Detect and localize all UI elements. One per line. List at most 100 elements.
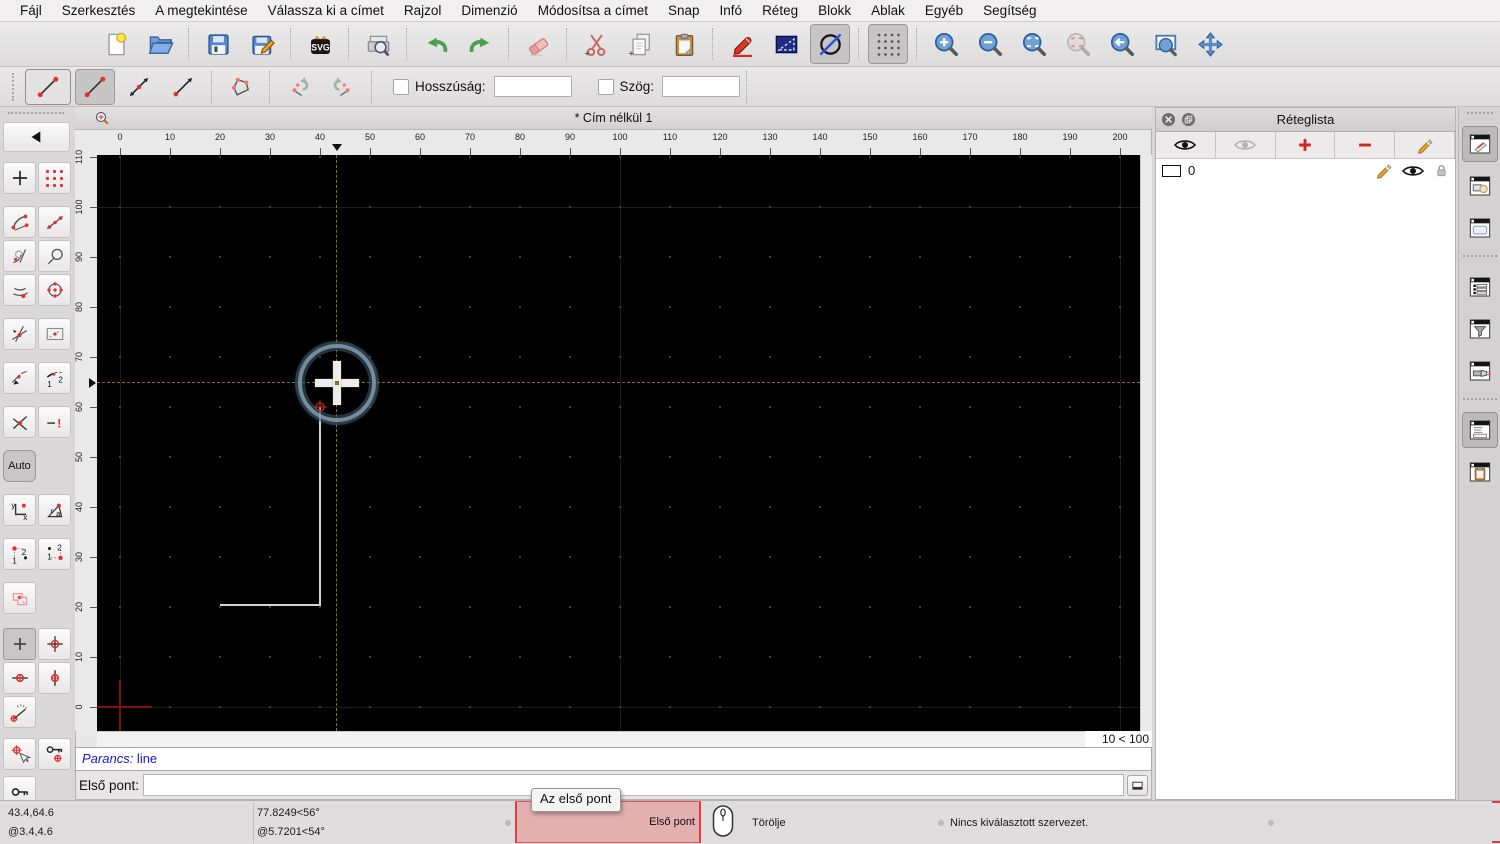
- segment-redo-button[interactable]: [323, 69, 363, 105]
- undock-icon[interactable]: [1181, 112, 1196, 127]
- snap-cross-button[interactable]: [3, 406, 36, 438]
- snap-intersection-button[interactable]: [38, 274, 71, 306]
- coord-polar-button[interactable]: ra: [38, 494, 71, 526]
- document-titlebar[interactable]: * Cím nélkül 1: [75, 107, 1152, 130]
- new-file-button[interactable]: [96, 24, 136, 64]
- snap-intersection-manual-button[interactable]: [3, 318, 36, 350]
- layer-panel-titlebar[interactable]: Réteglista: [1156, 108, 1455, 132]
- layer-color-swatch[interactable]: [1162, 165, 1181, 177]
- order-21-button[interactable]: 12: [38, 538, 71, 570]
- vertical-scrollbar[interactable]: [1140, 155, 1152, 731]
- menu-a-megtekint-se[interactable]: A megtekintése: [145, 3, 257, 18]
- line-current-action-button[interactable]: [25, 69, 71, 105]
- dock-layer-list-button[interactable]: [1462, 126, 1498, 162]
- close-icon[interactable]: [1161, 112, 1176, 127]
- edit-layer-button[interactable]: [1395, 132, 1455, 158]
- layer-row[interactable]: 0: [1156, 159, 1455, 182]
- snap-endpoint-button[interactable]: [3, 206, 36, 238]
- zoom-out-button[interactable]: [970, 24, 1010, 64]
- restrict-snap-button[interactable]: [38, 318, 71, 350]
- snap-distance-button[interactable]: [3, 274, 36, 306]
- hide-all-layers-button[interactable]: [1216, 132, 1276, 158]
- length-checkbox[interactable]: [393, 79, 409, 95]
- menu-v-lassza-ki-a-c-met[interactable]: Válassza ki a címet: [258, 3, 394, 18]
- order-12-button[interactable]: 12: [3, 538, 36, 570]
- menu-ablak[interactable]: Ablak: [861, 3, 915, 18]
- add-layer-button[interactable]: [1276, 132, 1336, 158]
- edit-attributes-button[interactable]: [766, 24, 806, 64]
- menu-rajzol[interactable]: Rajzol: [394, 3, 452, 18]
- menu-f-jl[interactable]: Fájl: [10, 3, 52, 18]
- show-all-layers-button[interactable]: [1156, 132, 1216, 158]
- snap-auto-button[interactable]: Auto: [3, 450, 36, 482]
- export-svg-button[interactable]: SVG: [300, 24, 340, 64]
- dock-command-line-button[interactable]: [1462, 412, 1498, 448]
- dock-entity-list-button[interactable]: [1462, 269, 1498, 305]
- dock-library-browser-button[interactable]: [1462, 210, 1498, 246]
- save-file-button[interactable]: [198, 24, 238, 64]
- zoom-previous-button[interactable]: [1102, 24, 1142, 64]
- restrict-nothing-button[interactable]: !: [38, 406, 71, 438]
- angle-input[interactable]: [662, 76, 740, 97]
- dock-tool-widget-button[interactable]: [1462, 353, 1498, 389]
- cut-button[interactable]: +: [576, 24, 616, 64]
- menu-egy-b[interactable]: Egyéb: [915, 3, 973, 18]
- restrict-horizontal-button[interactable]: 12: [38, 362, 71, 394]
- zoom-auto-button[interactable]: [1014, 24, 1054, 64]
- relzero-free-button[interactable]: [3, 628, 36, 660]
- drawing-canvas[interactable]: [97, 155, 1140, 731]
- menu-snap[interactable]: Snap: [658, 3, 710, 18]
- zoom-pan-button[interactable]: [1190, 24, 1230, 64]
- line-double-arrow-button[interactable]: [119, 69, 159, 105]
- zoom-selected-button[interactable]: [1058, 24, 1098, 64]
- draw-pen-button[interactable]: [722, 24, 762, 64]
- snap-grid-button[interactable]: [38, 162, 71, 194]
- line-polyline-button[interactable]: [221, 69, 261, 105]
- snap-free-button[interactable]: [3, 162, 36, 194]
- angle-checkbox[interactable]: [598, 79, 614, 95]
- line-ray-button[interactable]: [163, 69, 203, 105]
- horizontal-scrollbar[interactable]: [97, 731, 1085, 747]
- layer-lock-icon[interactable]: [1434, 163, 1449, 178]
- menu-m-dos-tsa-a-c-met[interactable]: Módosítsa a címet: [528, 3, 658, 18]
- sidebar-drag-handle[interactable]: [8, 112, 64, 117]
- edit-layer-icon[interactable]: [1375, 162, 1392, 179]
- snap-on-entity-button[interactable]: [38, 206, 71, 238]
- dock-clipboard-button[interactable]: [1462, 454, 1498, 490]
- dock-block-list-button[interactable]: [1462, 168, 1498, 204]
- restrict-orthogonal-button[interactable]: [3, 362, 36, 394]
- coord-cartesian-button[interactable]: yx: [3, 494, 36, 526]
- print-preview-button[interactable]: [358, 24, 398, 64]
- menu-r-teg[interactable]: Réteg: [752, 3, 808, 18]
- redo-button[interactable]: [460, 24, 500, 64]
- toggle-grid-button[interactable]: [868, 24, 908, 64]
- delete-selected-button[interactable]: [518, 24, 558, 64]
- segment-undo-button[interactable]: [279, 69, 319, 105]
- snap-middle-button[interactable]: [38, 240, 71, 272]
- command-input[interactable]: [143, 774, 1124, 796]
- zoom-in-button[interactable]: [926, 24, 966, 64]
- length-input[interactable]: [494, 76, 572, 97]
- pick-relzero-button[interactable]: [3, 738, 36, 770]
- layer-visible-icon[interactable]: [1401, 164, 1425, 178]
- relzero-vertical-button[interactable]: [38, 662, 71, 694]
- select-region-button[interactable]: [3, 582, 36, 614]
- menu-szerkeszt-s[interactable]: Szerkesztés: [52, 3, 146, 18]
- relzero-horizontal-button[interactable]: [3, 662, 36, 694]
- draft-mode-button[interactable]: [810, 24, 850, 64]
- dock-selection-filter-button[interactable]: [1462, 311, 1498, 347]
- menu-inf-[interactable]: Infó: [710, 3, 753, 18]
- command-dock-toggle-button[interactable]: [1127, 775, 1148, 796]
- menu-dimenzi-[interactable]: Dimenzió: [451, 3, 527, 18]
- copy-button[interactable]: +: [620, 24, 660, 64]
- zoom-window-button[interactable]: [1146, 24, 1186, 64]
- line-segments-button[interactable]: [75, 69, 115, 105]
- undo-button[interactable]: [416, 24, 456, 64]
- remove-layer-button[interactable]: [1335, 132, 1395, 158]
- relzero-set-button[interactable]: [38, 628, 71, 660]
- menu-blokk[interactable]: Blokk: [808, 3, 861, 18]
- snap-center-button[interactable]: [3, 240, 36, 272]
- dock-strip-drag-handle[interactable]: [1467, 112, 1493, 117]
- collapse-back-button[interactable]: [3, 122, 70, 152]
- angle-protractor-button[interactable]: [3, 696, 36, 728]
